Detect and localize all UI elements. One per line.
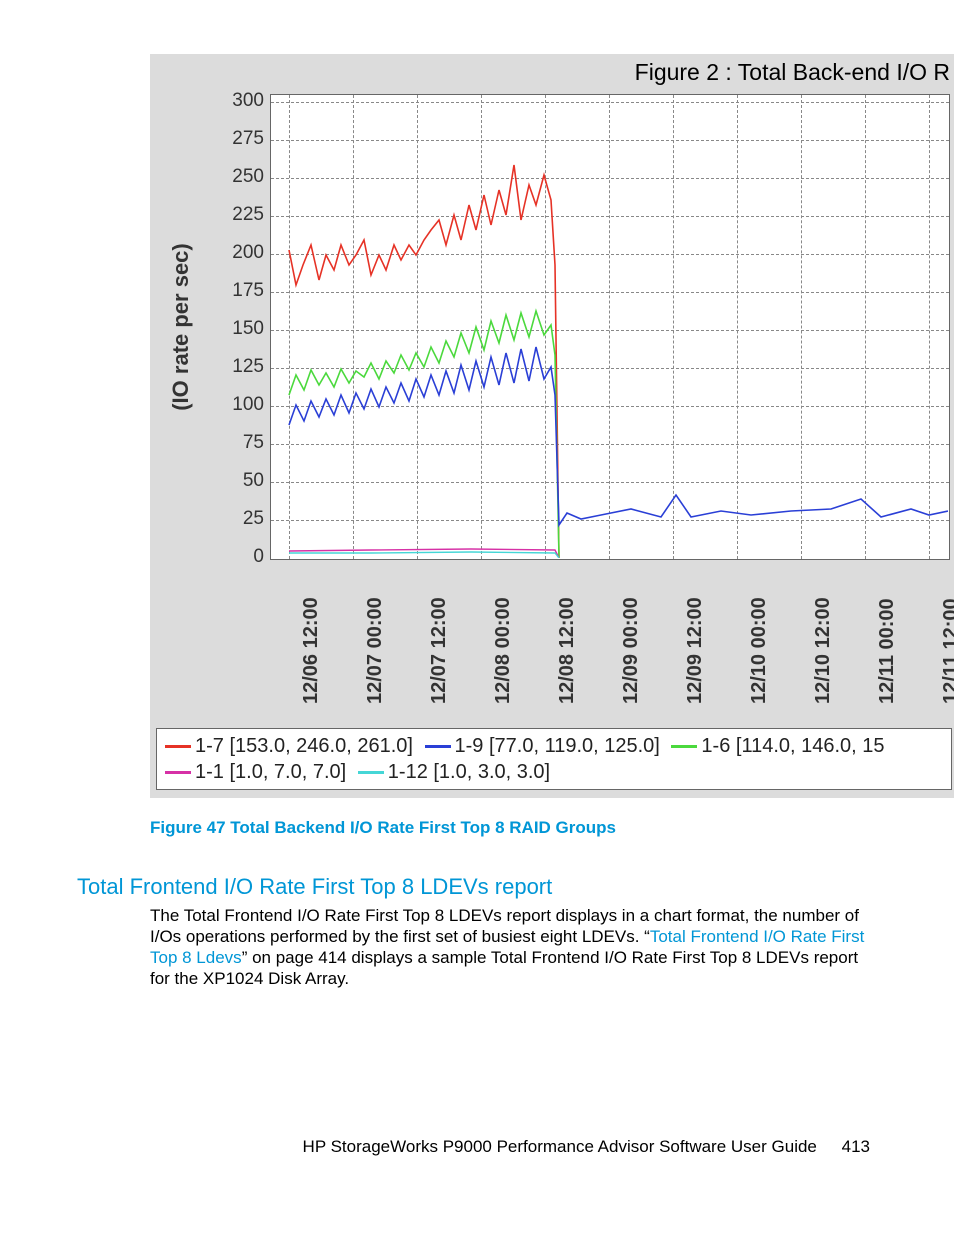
legend-swatch <box>165 745 191 748</box>
ytick-9: 225 <box>204 204 264 226</box>
xtick-9: 12/11 00:00 <box>876 574 899 704</box>
ytick-0: 0 <box>204 546 264 568</box>
legend-swatch <box>671 745 697 748</box>
series-1-9 <box>289 347 948 525</box>
chart-series-svg <box>271 95 948 558</box>
chart-ylabel: (IO rate per sec) <box>168 94 194 560</box>
xtick-6: 12/09 12:00 <box>684 574 707 704</box>
legend-swatch <box>425 745 451 748</box>
ytick-8: 200 <box>204 242 264 264</box>
xtick-2: 12/07 12:00 <box>428 574 451 704</box>
xtick-10: 12/11 12:00 <box>940 574 954 704</box>
ytick-1: 25 <box>204 508 264 530</box>
series-1-12 <box>289 552 559 558</box>
chart-title: Figure 2 : Total Back-end I/O R <box>150 59 954 86</box>
page-footer: HP StorageWorks P9000 Performance Adviso… <box>0 1137 870 1157</box>
xtick-8: 12/10 12:00 <box>812 574 835 704</box>
xtick-1: 12/07 00:00 <box>364 574 387 704</box>
chart-plot-area <box>270 94 950 560</box>
xtick-7: 12/10 00:00 <box>748 574 771 704</box>
xtick-5: 12/09 00:00 <box>620 574 643 704</box>
ytick-6: 150 <box>204 318 264 340</box>
body-text-b: ” on page 414 displays a sample Total Fr… <box>150 948 858 988</box>
legend-label: 1-9 [77.0, 119.0, 125.0] <box>455 735 660 757</box>
ytick-3: 75 <box>204 432 264 454</box>
xtick-4: 12/08 12:00 <box>556 574 579 704</box>
xtick-0: 12/06 12:00 <box>300 574 323 704</box>
legend-label: 1-6 [114.0, 146.0, 15 <box>701 735 884 757</box>
ytick-11: 275 <box>204 128 264 150</box>
chart-figure: Figure 2 : Total Back-end I/O R (IO rate… <box>150 54 954 798</box>
chart-legend: 1-7 [153.0, 246.0, 261.0] 1-9 [77.0, 119… <box>156 728 952 790</box>
legend-label: 1-12 [1.0, 3.0, 3.0] <box>388 761 550 783</box>
ytick-7: 175 <box>204 280 264 302</box>
legend-label: 1-1 [1.0, 7.0, 7.0] <box>195 761 346 783</box>
ytick-2: 50 <box>204 470 264 492</box>
legend-swatch <box>358 771 384 774</box>
series-1-6 <box>289 311 559 558</box>
xtick-3: 12/08 00:00 <box>492 574 515 704</box>
footer-doc-title: HP StorageWorks P9000 Performance Adviso… <box>303 1137 817 1156</box>
ytick-10: 250 <box>204 166 264 188</box>
ytick-5: 125 <box>204 356 264 378</box>
document-page: Figure 2 : Total Back-end I/O R (IO rate… <box>0 0 954 1235</box>
body-paragraph: The Total Frontend I/O Rate First Top 8 … <box>150 905 870 989</box>
ytick-4: 100 <box>204 394 264 416</box>
footer-page-number: 413 <box>842 1137 870 1156</box>
figure-caption: Figure 47 Total Backend I/O Rate First T… <box>150 818 616 838</box>
section-heading: Total Frontend I/O Rate First Top 8 LDEV… <box>77 874 552 900</box>
ytick-12: 300 <box>204 90 264 112</box>
legend-label: 1-7 [153.0, 246.0, 261.0] <box>195 735 413 757</box>
legend-swatch <box>165 771 191 774</box>
